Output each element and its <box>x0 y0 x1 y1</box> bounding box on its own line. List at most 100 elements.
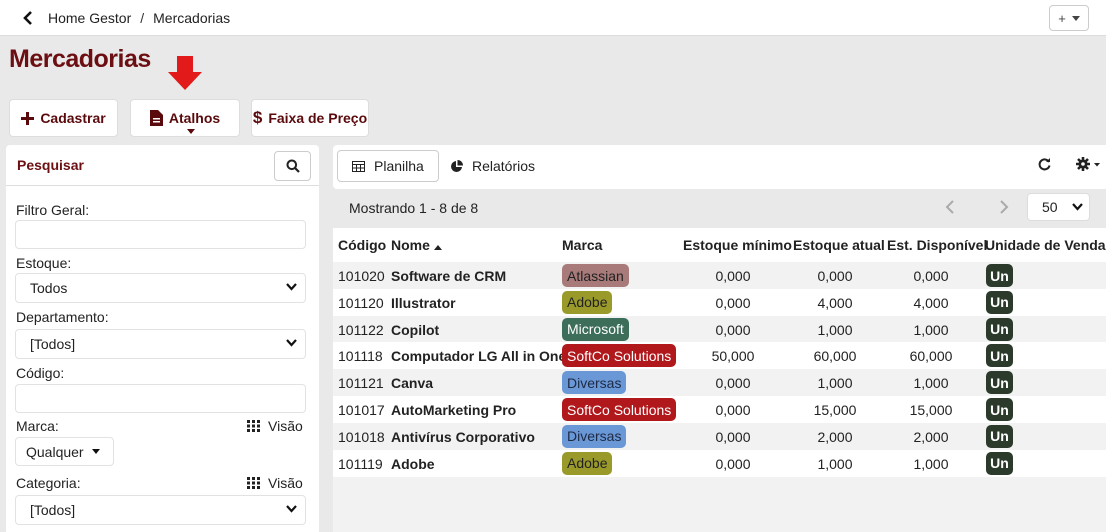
cell-codigo: 101020 <box>338 268 385 284</box>
back-button[interactable] <box>8 0 48 36</box>
cell-est-disponivel: 1,000 <box>913 455 949 472</box>
cell-estoque-minimo: 0,000 <box>715 321 751 338</box>
col-estoque-atual[interactable]: Estoque atual <box>793 237 885 253</box>
visao-label: Visão <box>268 418 303 434</box>
table-row[interactable]: 101120 Illustrator Adobe 0,000 4,000 4,000 Un <box>333 288 1106 316</box>
top-bar: Home Gestor / Mercadorias + <box>0 0 1106 36</box>
results-count: Mostrando 1 - 8 de 8 <box>349 200 479 216</box>
sort-asc-icon <box>433 245 442 250</box>
brand-badge: SoftCo Solutions <box>562 398 677 421</box>
pie-chart-icon <box>451 159 463 172</box>
gear-icon[interactable] <box>1076 157 1100 171</box>
chevron-down-icon <box>286 283 297 291</box>
col-codigo[interactable]: Código <box>338 237 386 253</box>
table-row[interactable]: 101119 Adobe Adobe 0,000 1,000 1,000 Un <box>333 449 1106 477</box>
tab-planilha[interactable]: Planilha <box>337 150 439 182</box>
page-title: Mercadorias <box>9 45 151 73</box>
cell-nome: Software de CRM <box>391 268 507 284</box>
atalhos-button[interactable]: Atalhos <box>130 99 240 137</box>
cadastrar-button[interactable]: Cadastrar <box>9 99 118 137</box>
chevron-down-icon <box>286 339 297 347</box>
tab-relatorios[interactable]: Relatórios <box>436 150 549 182</box>
search-button[interactable] <box>274 151 311 181</box>
table-row[interactable]: 101020 Software de CRM Atlassian 0,000 0,000… <box>333 262 1106 289</box>
cell-codigo: 101017 <box>338 402 385 418</box>
cell-est-disponivel: 2,000 <box>913 428 949 445</box>
faixa-label: Faixa de Preço <box>268 110 368 126</box>
unit-badge: Un <box>986 424 1013 448</box>
table-row[interactable]: 101017 AutoMarketing Pro SoftCo Solutions 0… <box>333 396 1106 423</box>
cell-codigo: 101120 <box>338 294 384 311</box>
brand-badge: Atlassian <box>562 264 629 287</box>
table-row[interactable]: 101122 Copilot Microsoft 0,000 1,000 1,000 Un <box>333 315 1106 343</box>
marca-label: Marca: <box>16 418 59 434</box>
categoria-select[interactable]: [Todos] <box>15 495 306 525</box>
cell-estoque-minimo: 0,000 <box>715 428 751 445</box>
per-page-select[interactable]: 50 <box>1027 193 1090 221</box>
cell-estoque-minimo: 0,000 <box>715 294 751 311</box>
col-est-disponivel[interactable]: Est. Disponível <box>887 237 987 253</box>
plus-label: + <box>1058 10 1066 26</box>
next-page-icon[interactable] <box>999 199 1009 215</box>
brand-badge: Adobe <box>562 451 613 475</box>
categoria-value: [Todos] <box>30 502 76 518</box>
col-nome-label: Nome <box>391 237 430 253</box>
cell-est-disponivel: 1,000 <box>913 321 949 338</box>
cell-nome: AutoMarketing Pro <box>391 402 517 418</box>
departamento-select[interactable]: [Todos] <box>15 329 306 359</box>
refresh-icon[interactable] <box>1038 157 1051 171</box>
cadastrar-label: Cadastrar <box>40 110 106 126</box>
cell-estoque-atual: 60,000 <box>813 348 857 365</box>
chevron-down-icon <box>1072 203 1083 211</box>
codigo-input[interactable] <box>15 384 306 413</box>
caret-down-icon <box>187 129 195 134</box>
col-nome[interactable]: Nome <box>391 237 442 253</box>
unit-badge: Un <box>986 451 1013 475</box>
cell-estoque-atual: 15,000 <box>813 402 857 418</box>
col-unidade-venda[interactable]: Unidade de Venda <box>985 237 1106 253</box>
cell-est-disponivel: 4,000 <box>913 294 949 311</box>
table-row[interactable]: 101121 Canva Diversas 0,000 1,000 1,000 Un <box>333 369 1106 397</box>
unit-badge: Un <box>986 344 1013 368</box>
unit-badge: Un <box>986 398 1013 421</box>
table-row[interactable]: 101018 Antivírus Corporativo Diversas 0,000… <box>333 422 1106 450</box>
prev-page-icon[interactable] <box>945 199 955 215</box>
filter-panel: Pesquisar Filtro Geral: Estoque: Todos D… <box>6 145 319 532</box>
cell-estoque-minimo: 50,000 <box>711 348 755 365</box>
cell-est-disponivel: 60,000 <box>909 348 953 365</box>
cell-nome: Adobe <box>391 455 435 472</box>
brand-badge: Diversas <box>562 424 627 448</box>
cell-estoque-atual: 1,000 <box>817 321 853 338</box>
brand-badge: Adobe <box>562 290 613 314</box>
col-marca[interactable]: Marca <box>562 237 602 253</box>
marca-visao-button[interactable]: Visão <box>247 418 303 434</box>
marca-dropdown[interactable]: Qualquer <box>15 437 114 466</box>
estoque-value: Todos <box>30 280 68 296</box>
chevron-left-icon <box>23 10 32 25</box>
breadcrumb-home[interactable]: Home Gestor <box>48 10 131 26</box>
cell-codigo: 101118 <box>338 348 383 365</box>
col-estoque-minimo[interactable]: Estoque mínimo <box>683 237 792 253</box>
cell-codigo: 101119 <box>338 455 383 472</box>
departamento-value: [Todos] <box>30 336 76 352</box>
unit-badge: Un <box>986 371 1013 395</box>
breadcrumb-separator: / <box>140 9 145 26</box>
caret-down-icon <box>91 449 100 454</box>
red-arrow-indicator-icon <box>168 56 202 90</box>
faixa-preco-button[interactable]: $ Faixa de Preço <box>251 99 369 137</box>
add-dropdown-button[interactable]: + <box>1049 5 1089 31</box>
cell-codigo: 101122 <box>338 321 384 338</box>
cell-nome: Canva <box>391 375 434 392</box>
cell-estoque-atual: 1,000 <box>817 375 853 392</box>
filtro-geral-input[interactable] <box>15 220 306 249</box>
table-row[interactable]: 101118 Computador LG All in One SoftCo Sol… <box>333 342 1106 370</box>
results-header: Planilha Relatórios <box>333 145 1106 189</box>
marca-value: Qualquer <box>26 443 84 460</box>
dollar-icon: $ <box>252 108 263 127</box>
brand-badge: Microsoft <box>562 317 629 341</box>
categoria-visao-button[interactable]: Visão <box>247 475 303 491</box>
plus-icon <box>21 111 35 125</box>
cell-est-disponivel: 15,000 <box>909 402 953 418</box>
document-icon <box>149 110 163 126</box>
estoque-select[interactable]: Todos <box>15 273 306 303</box>
